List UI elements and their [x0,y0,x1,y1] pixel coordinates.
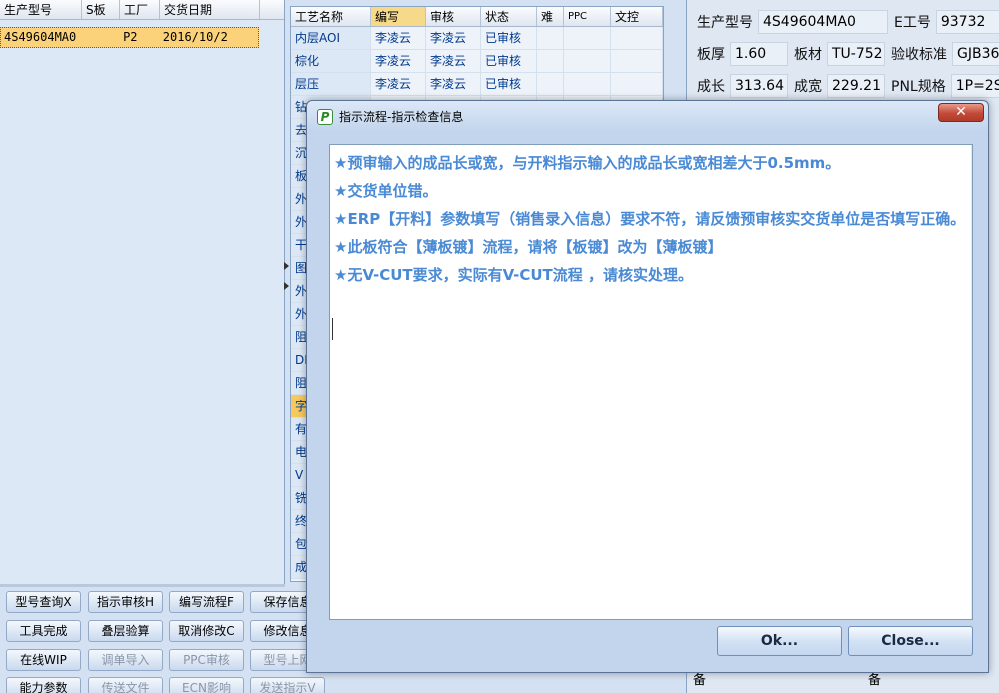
close-button[interactable]: Close... [848,626,973,656]
send-file-button[interactable]: 传送文件 [88,677,163,693]
process-cell: 李凌云 [426,27,481,49]
send-instruction-button[interactable]: 发送指示V [250,677,325,693]
info-row-thickness: 板厚 1.60 板材 TU-752 验收标准 GJB36 [697,42,999,66]
message-line: ★交货单位错。 [334,182,438,200]
process-cell [537,50,564,72]
order-sboard [82,28,120,47]
process-cell [537,27,564,49]
text-caret [332,318,333,340]
process-col-difficulty[interactable]: 难 [537,7,564,26]
model-field[interactable]: 4S49604MA0 [758,10,888,34]
model-query-button[interactable]: 型号查询X [6,591,81,613]
app-logo-icon: P [317,109,333,125]
thickness-label: 板厚 [697,47,725,63]
action-toolbar: 型号查询X 指示审核H 编写流程F 保存信息 工具完成 叠层验算 取消修改C 修… [0,587,330,693]
check-info-dialog: P 指示流程-指示检查信息 ✕ ★预审输入的成品长或宽，与开料指示输入的成品长或… [306,100,989,673]
process-cell: 李凌云 [371,27,426,49]
order-row-selected[interactable]: 4S49604MA0 P2 2016/10/2 [0,27,259,48]
dialog-titlebar[interactable]: P 指示流程-指示检查信息 ✕ [307,101,988,131]
message-line: ★此板符合【薄板镀】流程，请将【板镀】改为【薄板镀】 [334,238,723,256]
order-date: 2016/10/2 [162,30,228,44]
length-field[interactable]: 313.64 [730,74,788,98]
process-row[interactable]: 内层AOI 李凌云 李凌云 已审核 [291,27,663,50]
stackup-check-button[interactable]: 叠层验算 [88,620,163,642]
import-order-button[interactable]: 调单导入 [88,649,163,671]
dialog-title: 指示流程-指示检查信息 [339,110,464,124]
online-wip-button[interactable]: 在线WIP [6,649,81,671]
process-cell: 李凌云 [426,50,481,72]
standard-label: 验收标准 [891,47,947,63]
info-row-model: 生产型号 4S49604MA0 E工号 93732 [697,10,999,34]
process-header: 工艺名称 编写 审核 状态 难 PPC 文控 [291,7,663,27]
orders-col-factory[interactable]: 工厂 [120,0,160,19]
process-cell: 已审核 [481,73,537,95]
process-cell: 已审核 [481,50,537,72]
process-cell [564,50,611,72]
material-field[interactable]: TU-752 [827,42,885,66]
process-cell: 已审核 [481,27,537,49]
process-col-reviewer[interactable]: 审核 [426,7,481,26]
process-row[interactable]: 棕化 李凌云 李凌云 已审核 [291,50,663,73]
window-close-button[interactable]: ✕ [938,103,984,122]
ecn-impact-button[interactable]: ECN影响 [169,677,244,693]
process-row[interactable]: 层压 李凌云 李凌云 已审核 [291,73,663,96]
process-col-status[interactable]: 状态 [481,7,537,26]
info-row-size: 成长 313.64 成宽 229.21 PNL规格 1P=2S [697,74,999,98]
process-cell [611,50,663,72]
ppc-review-button[interactable]: PPC审核 [169,649,244,671]
message-textarea[interactable]: ★预审输入的成品长或宽，与开料指示输入的成品长或宽相差大于0.5mm。 ★交货单… [329,144,973,620]
cancel-edit-button[interactable]: 取消修改C [169,620,244,642]
tool-complete-button[interactable]: 工具完成 [6,620,81,642]
message-line: ★预审输入的成品长或宽，与开料指示输入的成品长或宽相差大于0.5mm。 [334,154,841,172]
process-cell [537,73,564,95]
eng-field[interactable]: 93732 [935,10,999,34]
splitter-arrow-icon [284,262,289,270]
order-factory: P2 [123,30,138,44]
edit-flow-button[interactable]: 编写流程F [169,591,244,613]
order-model: 4S49604MA0 [4,30,77,44]
process-cell: 棕化 [291,50,371,72]
material-label: 板材 [794,47,822,63]
process-cell: 李凌云 [426,73,481,95]
orders-header: 生产型号 S板 工厂 交货日期 [0,0,284,20]
width-label: 成宽 [794,79,822,95]
process-cell [564,73,611,95]
splitter-arrow-icon [284,282,289,290]
width-field[interactable]: 229.21 [827,74,885,98]
orders-col-model[interactable]: 生产型号 [0,0,82,19]
review-instruction-button[interactable]: 指示审核H [88,591,163,613]
process-cell: 李凌云 [371,50,426,72]
thickness-field[interactable]: 1.60 [730,42,788,66]
length-label: 成长 [697,79,725,95]
process-col-name[interactable]: 工艺名称 [291,7,371,26]
orders-col-date[interactable]: 交货日期 [160,0,260,19]
orders-col-sboard[interactable]: S板 [82,0,120,19]
process-col-doc-control[interactable]: 文控 [611,7,663,26]
orders-grid[interactable]: 生产型号 S板 工厂 交货日期 4S49604MA0 P2 2016/10/2 [0,0,285,584]
standard-field[interactable]: GJB36 [952,42,999,66]
model-label: 生产型号 [697,15,753,31]
eng-label: E工号 [894,15,931,31]
process-cell [564,27,611,49]
textarea-edge [971,145,972,619]
message-line: ★无V-CUT要求，实际有V-CUT流程 ，请核实处理。 [334,266,693,284]
process-col-writer[interactable]: 编写 [371,7,426,26]
capability-params-button[interactable]: 能力参数 [6,677,81,693]
process-cell: 李凌云 [371,73,426,95]
process-cell [611,27,663,49]
message-list: ★预审输入的成品长或宽，与开料指示输入的成品长或宽相差大于0.5mm。 ★交货单… [330,145,972,289]
pnl-field[interactable]: 1P=2S [950,74,999,98]
process-col-ppc[interactable]: PPC [564,7,611,26]
pnl-label: PNL规格 [891,79,946,95]
message-line: ★ERP【开料】参数填写（销售录入信息）要求不符，请反馈预审核实交货单位是否填写… [334,210,966,228]
process-cell: 层压 [291,73,371,95]
ok-button[interactable]: Ok... [717,626,842,656]
process-cell [611,73,663,95]
process-cell: 内层AOI [291,27,371,49]
